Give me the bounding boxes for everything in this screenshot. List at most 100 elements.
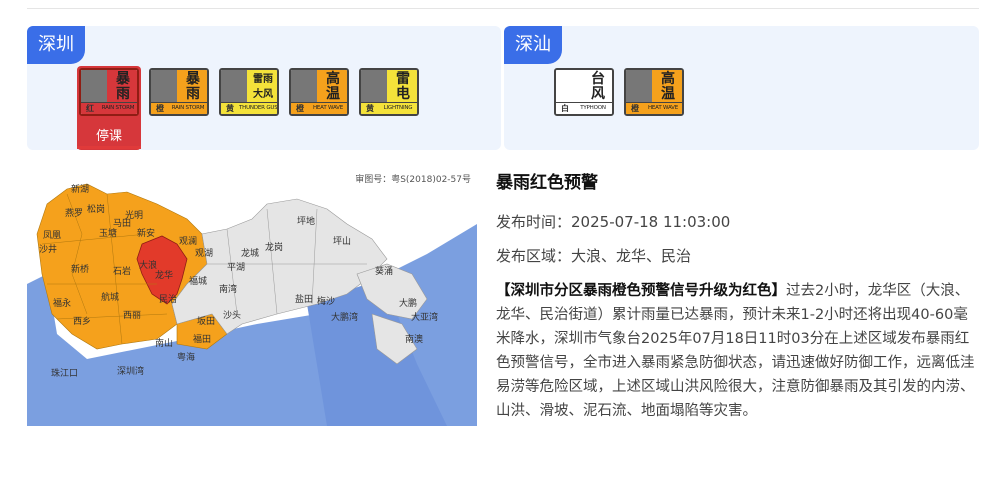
- warning-name-line1: 暴: [186, 71, 200, 87]
- map-label: 福田: [193, 335, 212, 345]
- map-label: 葵涌: [375, 267, 394, 277]
- warning-name-line1: 台: [591, 71, 605, 87]
- map-label: 盐田: [295, 295, 314, 305]
- warning-en-name: RAIN STORM: [99, 103, 137, 114]
- region-shenshan: 深汕 台风白 TYPHOON 高温橙 HEAT WAVE: [504, 26, 979, 150]
- warning-name-line1: 暴: [116, 71, 130, 87]
- map-label: 坂田: [197, 317, 216, 327]
- warning-level: 黄: [221, 103, 239, 114]
- warning-en-name: HEAT WAVE: [644, 103, 682, 114]
- warning-detail: 暴雨红色预警 发布时间：2025-07-18 11:03:00 发布区域：大浪、…: [496, 168, 980, 423]
- heat-wave-orange-icon[interactable]: 高温橙 HEAT WAVE: [624, 68, 684, 116]
- warning-name-line1: 高: [326, 71, 340, 87]
- warning-title: 暴雨红色预警: [496, 173, 598, 193]
- map-label: 粤海: [177, 353, 196, 363]
- warning-name: 台风: [582, 70, 612, 104]
- warning-symbol: [626, 70, 652, 104]
- warning-level: 黄: [361, 103, 379, 114]
- class-suspended-label: 停课: [95, 129, 122, 144]
- map-label: 沙井: [39, 245, 58, 255]
- warning-name-line1: 雷雨: [253, 74, 273, 85]
- warning-en-name: THUNDER GUST: [239, 103, 277, 114]
- selected-underline: [77, 146, 141, 149]
- warning-name-line2: 温: [326, 86, 340, 102]
- map-label: 深圳湾: [117, 367, 145, 377]
- map-label: 坪地: [297, 217, 316, 227]
- warning-name: 暴雨: [107, 70, 137, 104]
- map-label: 航城: [101, 293, 120, 303]
- map-label: 龙华: [155, 271, 174, 281]
- warning-level: 橙: [291, 103, 309, 114]
- warning-name-line2: 大风: [253, 89, 273, 100]
- map-label: 南湾: [219, 285, 238, 295]
- warning-symbol: [151, 70, 177, 104]
- warning-name: 高温: [317, 70, 347, 104]
- warning-level: 白: [556, 103, 574, 114]
- map-label: 龙城: [241, 249, 260, 259]
- warning-symbol: [291, 70, 317, 104]
- warning-symbol: [221, 70, 247, 104]
- map-label: 梅沙: [317, 297, 336, 307]
- lightning-yellow-icon[interactable]: 雷电黄 LIGHTNING: [359, 68, 419, 116]
- warning-name-line2: 雨: [116, 86, 130, 102]
- warning-level: 红: [81, 103, 99, 114]
- map-label: 南山: [155, 339, 174, 349]
- warning-name: 高温: [652, 70, 682, 104]
- map-label: 大亚湾: [411, 313, 439, 323]
- warning-name: 暴雨: [177, 70, 207, 104]
- publish-area: 发布区域：大浪、龙华、民治: [496, 247, 692, 265]
- warning-name-line2: 风: [591, 86, 605, 102]
- map-label: 凤凰: [43, 231, 62, 241]
- map-label: 新安: [137, 229, 156, 239]
- warning-en-name: HEAT WAVE: [309, 103, 347, 114]
- map-label: 松岗: [87, 205, 106, 215]
- map-label: 民治: [159, 295, 178, 305]
- map-label: 福永: [53, 299, 72, 309]
- warning-name-line1: 高: [661, 71, 675, 87]
- map-label: 珠江口: [51, 369, 79, 379]
- warning-headline: 【深圳市分区暴雨橙色预警信号升级为红色】: [496, 283, 786, 299]
- map-label: 龙岗: [265, 243, 284, 253]
- warning-en-name: RAIN STORM: [169, 103, 207, 114]
- warning-en-name: TYPHOON: [574, 103, 612, 114]
- region-tag-shenshan: 深汕: [504, 26, 562, 64]
- region-tag-shenzhen: 深圳: [27, 26, 85, 64]
- warning-symbol: [361, 70, 387, 104]
- map-label: 南澳: [405, 335, 424, 345]
- warning-name-line2: 电: [396, 86, 410, 102]
- warning-text: 【深圳市分区暴雨橙色预警信号升级为红色】过去2小时，龙华区（大浪、龙华、民治街道…: [496, 279, 980, 423]
- map-label: 西乡: [73, 317, 92, 327]
- map-label: 马田: [113, 219, 132, 229]
- warning-name: 雷电: [387, 70, 417, 104]
- warning-symbol: [556, 70, 582, 104]
- map-label: 坪山: [333, 237, 352, 247]
- warning-map: 审图号：粤S(2018)02-57号 新湖 光明 凤凰 玉塘 松岗 燕罗 马田 新安 石岩 沙井新…: [27, 164, 477, 426]
- map-label: 大鹏: [399, 299, 418, 309]
- warning-level: 橙: [626, 103, 644, 114]
- rainstorm-orange-icon[interactable]: 暴雨橙 RAIN STORM: [149, 68, 209, 116]
- map-label: 沙头: [223, 311, 242, 321]
- map-label: 新湖: [71, 185, 90, 195]
- map-label: 西丽: [123, 311, 142, 321]
- map-label: 新桥: [71, 265, 90, 275]
- map-label: 观湖: [195, 249, 214, 259]
- warning-name-line2: 雨: [186, 86, 200, 102]
- rainstorm-red-icon[interactable]: 暴雨红 RAIN STORM: [79, 68, 139, 116]
- warning-symbol: [81, 70, 107, 104]
- top-divider: [27, 8, 979, 9]
- warning-body: 过去2小时，龙华区（大浪、龙华、民治街道）累计雨量已达暴雨，预计未来1-2小时还…: [496, 283, 975, 419]
- warning-en-name: LIGHTNING: [379, 103, 417, 114]
- heat-wave-orange-icon[interactable]: 高温橙 HEAT WAVE: [289, 68, 349, 116]
- map-label: 石岩: [113, 267, 132, 277]
- thunder-gust-yellow-icon[interactable]: 雷雨大风黄 THUNDER GUST: [219, 68, 279, 116]
- warning-level: 橙: [151, 103, 169, 114]
- warning-name: 雷雨 大风: [247, 70, 277, 104]
- map-label: 福城: [189, 277, 208, 287]
- region-shenzhen: 深圳 停课 暴雨红 RAIN STORM 暴雨橙 RAIN STORM 雷雨 大风黄 THU…: [27, 26, 501, 150]
- typhoon-white-icon[interactable]: 台风白 TYPHOON: [554, 68, 614, 116]
- map-label: 大鹏湾: [331, 313, 359, 323]
- map-approval-code: 审图号：粤S(2018)02-57号: [355, 175, 471, 185]
- map-label: 平湖: [227, 263, 246, 273]
- warning-name-line1: 雷: [396, 71, 410, 87]
- map-label: 燕罗: [65, 209, 84, 219]
